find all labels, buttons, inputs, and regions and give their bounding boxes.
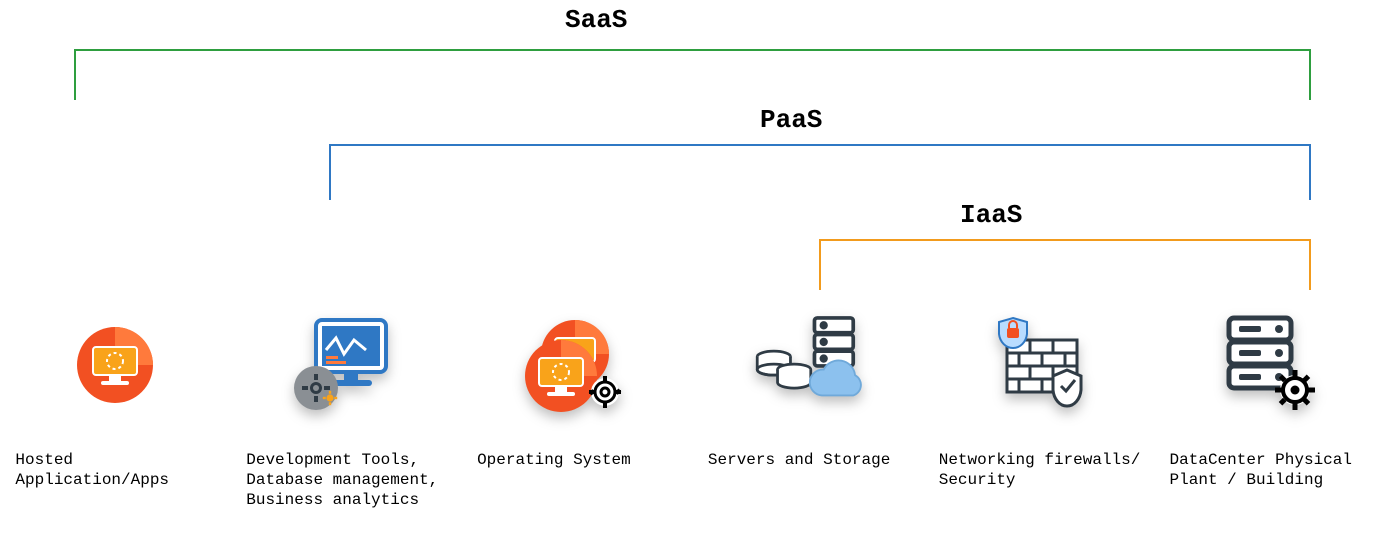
layer-label: Development Tools, Database management, … [236, 450, 456, 510]
bracket-iaas [0, 0, 1385, 330]
layer-item-hosted-app: Hosted Application/Apps [0, 310, 231, 510]
layer-item-os: Operating System [462, 310, 693, 510]
layer-label: Operating System [467, 450, 687, 470]
firewall-icon [979, 310, 1099, 420]
layer-label: Networking firewalls/ Security [929, 450, 1149, 490]
servers-icon [748, 310, 868, 420]
layer-item-security: Networking firewalls/ Security [923, 310, 1154, 510]
layer-item-datacenter: DataCenter Physical Plant / Building [1154, 310, 1385, 510]
dev-tools-icon [286, 310, 406, 420]
layer-item-dev-tools: Development Tools, Database management, … [231, 310, 462, 510]
layer-item-servers: Servers and Storage [692, 310, 923, 510]
os-icon [517, 310, 637, 420]
datacenter-icon [1210, 310, 1330, 420]
layer-label: Servers and Storage [698, 450, 918, 470]
layer-label: Hosted Application/Apps [5, 450, 225, 490]
hosted-app-icon [55, 310, 175, 420]
cloud-service-models-diagram: SaaS PaaS IaaS Hosted Application/App [0, 0, 1385, 542]
layer-label: DataCenter Physical Plant / Building [1160, 450, 1380, 490]
layer-items-row: Hosted Application/Apps [0, 310, 1385, 510]
